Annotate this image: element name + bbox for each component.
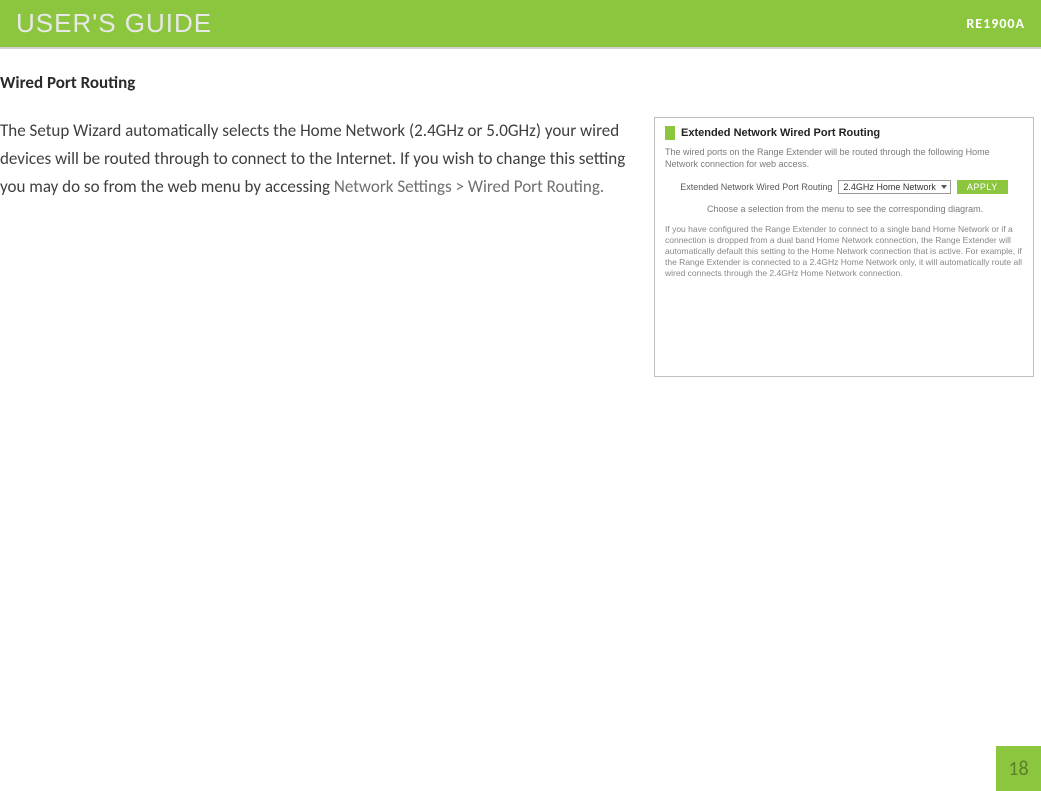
nav-path: Network Settings > Wired Port Routing.	[334, 176, 604, 197]
figure-title: Extended Network Wired Port Routing	[681, 127, 880, 139]
figure-intro: The wired ports on the Range Extender wi…	[665, 146, 1023, 170]
figure-titlebar: Extended Network Wired Port Routing	[665, 126, 1023, 140]
header-underline	[0, 47, 1041, 49]
figure-screenshot: Extended Network Wired Port Routing The …	[654, 117, 1034, 377]
content-area: Wired Port Routing The Setup Wizard auto…	[0, 72, 1041, 377]
body-wrap: The Setup Wizard automatically selects t…	[0, 117, 1041, 377]
header-bar: USER'S GUIDE RE1900A	[0, 0, 1041, 47]
figure-select[interactable]: 2.4GHz Home Network	[838, 180, 951, 194]
header-title: USER'S GUIDE	[16, 8, 212, 39]
page-number-box: 18	[996, 746, 1041, 791]
body-text: The Setup Wizard automatically selects t…	[0, 117, 640, 201]
figure-form-label: Extended Network Wired Port Routing	[680, 182, 832, 192]
section-heading: Wired Port Routing	[0, 72, 1041, 93]
page-number: 18	[1008, 757, 1028, 781]
figure-apply-button[interactable]: APPLY	[957, 180, 1008, 194]
figure-form-row: Extended Network Wired Port Routing 2.4G…	[665, 180, 1023, 194]
figure-note-text: If you have configured the Range Extende…	[665, 224, 1023, 279]
figure-choose-text: Choose a selection from the menu to see …	[665, 204, 1023, 214]
header-model: RE1900A	[966, 15, 1025, 32]
figure-accent-icon	[665, 126, 675, 140]
